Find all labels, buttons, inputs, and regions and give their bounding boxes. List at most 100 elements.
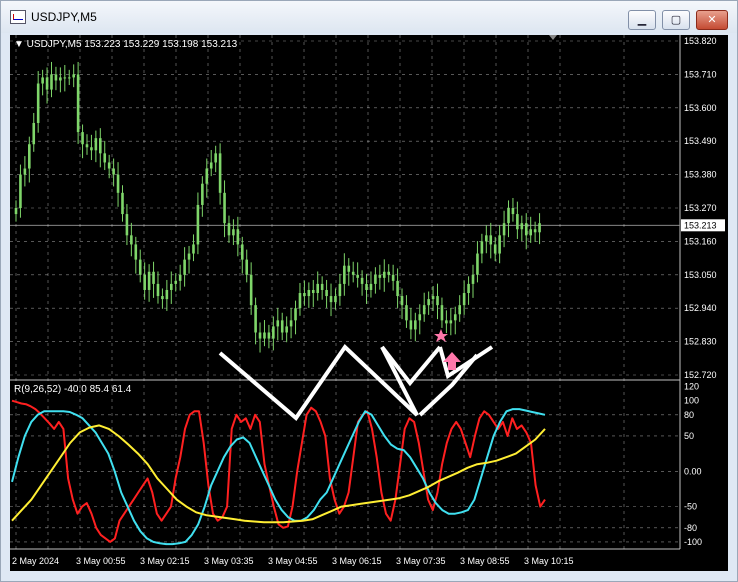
maximize-button[interactable]: ▢: [662, 10, 690, 30]
candle-body: [76, 74, 80, 133]
candle-body: [418, 314, 422, 321]
candle-body: [134, 244, 138, 260]
candle-body: [214, 153, 217, 163]
candle-body: [258, 332, 262, 339]
candle-body: [236, 229, 240, 245]
candle-body: [138, 259, 142, 275]
time-tick-label: 3 May 06:15: [332, 556, 382, 566]
candle-body: [422, 305, 426, 315]
candle-body: [169, 283, 173, 290]
close-button[interactable]: ✕: [696, 10, 728, 30]
candle-body: [476, 253, 479, 275]
candle-body: [205, 168, 209, 184]
candle-body: [489, 235, 493, 245]
price-tick-label: 152.940: [684, 303, 717, 313]
indicator-lines: [11, 399, 546, 546]
candle-body: [218, 153, 222, 193]
candle-body: [50, 74, 53, 90]
candle-body: [90, 147, 93, 151]
price-tick-label: 153.820: [684, 36, 717, 46]
candle-body: [201, 183, 204, 205]
candle-body: [94, 138, 98, 151]
candle-body: [63, 77, 67, 79]
candle-body: [511, 208, 515, 215]
candle-body: [502, 223, 506, 236]
time-tick-label: 3 May 02:15: [140, 556, 190, 566]
candle-body: [147, 271, 151, 290]
candle-body: [245, 259, 249, 275]
candle-body: [294, 308, 297, 321]
candle-body: [14, 208, 18, 215]
candle-body: [298, 293, 302, 309]
candle-body: [23, 168, 27, 175]
candle-body: [507, 208, 510, 224]
candle-body: [493, 244, 497, 254]
candle-body: [223, 192, 226, 224]
candle-body: [529, 229, 532, 236]
candle-body: [41, 77, 44, 84]
candle-body: [356, 274, 359, 278]
time-tick-label: 2 May 2024: [12, 556, 59, 566]
price-tick-label: 153.160: [684, 236, 717, 246]
candle-body: [311, 289, 315, 294]
candle-body: [192, 244, 195, 254]
indicator-tick-label: -80: [684, 523, 697, 533]
candle-body: [272, 326, 275, 339]
candle-body: [196, 204, 200, 245]
time-tick-label: 3 May 08:55: [460, 556, 510, 566]
candle-body: [360, 277, 364, 284]
candle-body: [538, 223, 541, 233]
candle-body: [387, 271, 391, 275]
candle-body: [232, 229, 235, 236]
grid-lines: [10, 35, 681, 550]
indicator-tick-label: -100: [684, 537, 702, 547]
chart-window-icon: [10, 10, 26, 24]
time-tick-label: 3 May 00:55: [76, 556, 126, 566]
candle-body: [178, 274, 182, 281]
indicator-tick-label: 0.00: [684, 466, 702, 476]
candle-body: [67, 77, 71, 79]
candle-body: [174, 280, 178, 284]
candle-body: [209, 162, 213, 169]
chart-shift-marker-icon: [549, 35, 557, 40]
chart-canvas[interactable]: 153.820 153.710 153.600 153.490 153.380 153.2…: [10, 35, 728, 571]
indicator-header-text: R(9,26,52) -40.0 85.4 61.4: [14, 384, 132, 395]
candle-body: [72, 74, 75, 78]
price-tick-label: 153.710: [684, 69, 717, 79]
chart-window: USDJPY,M5 ▁ ▢ ✕ 153.820 153.710 153.600 153…: [0, 0, 738, 582]
candle-body: [183, 259, 186, 275]
candle-body: [471, 274, 475, 284]
candle-body: [351, 271, 355, 275]
price-tick-label: 152.720: [684, 370, 717, 380]
minimize-button[interactable]: ▁: [628, 10, 656, 30]
candle-body: [485, 235, 488, 242]
chart-area[interactable]: 153.820 153.710 153.600 153.490 153.380 153.2…: [10, 35, 728, 571]
candle-body: [303, 293, 306, 297]
candle-body: [289, 320, 293, 327]
candle-body: [152, 271, 155, 284]
candle-body: [285, 326, 288, 333]
candle-body: [121, 192, 124, 215]
candle-body: [449, 320, 453, 324]
title-bar[interactable]: USDJPY,M5 ▁ ▢ ✕: [1, 1, 737, 33]
candle-body: [516, 214, 519, 230]
candle-body: [440, 305, 444, 321]
price-tick-label: 152.830: [684, 337, 717, 347]
candle-body: [391, 274, 395, 281]
candle-body: [334, 296, 337, 303]
candle-body: [498, 235, 501, 254]
candle-body: [480, 241, 484, 254]
candle-body: [125, 214, 129, 236]
candle-body: [227, 223, 231, 236]
candle-body: [431, 296, 435, 300]
candle-body: [32, 122, 36, 145]
candle-body: [458, 305, 461, 315]
price-tick-label: 153.490: [684, 136, 717, 146]
zigzag-line: [218, 343, 419, 421]
candle-body: [374, 274, 377, 284]
indicator-tick-label: 50: [684, 431, 694, 441]
candle-body: [249, 274, 253, 306]
candle-body: [263, 332, 266, 339]
price-tick-label: 153.600: [684, 103, 717, 113]
candle-body: [103, 153, 107, 163]
